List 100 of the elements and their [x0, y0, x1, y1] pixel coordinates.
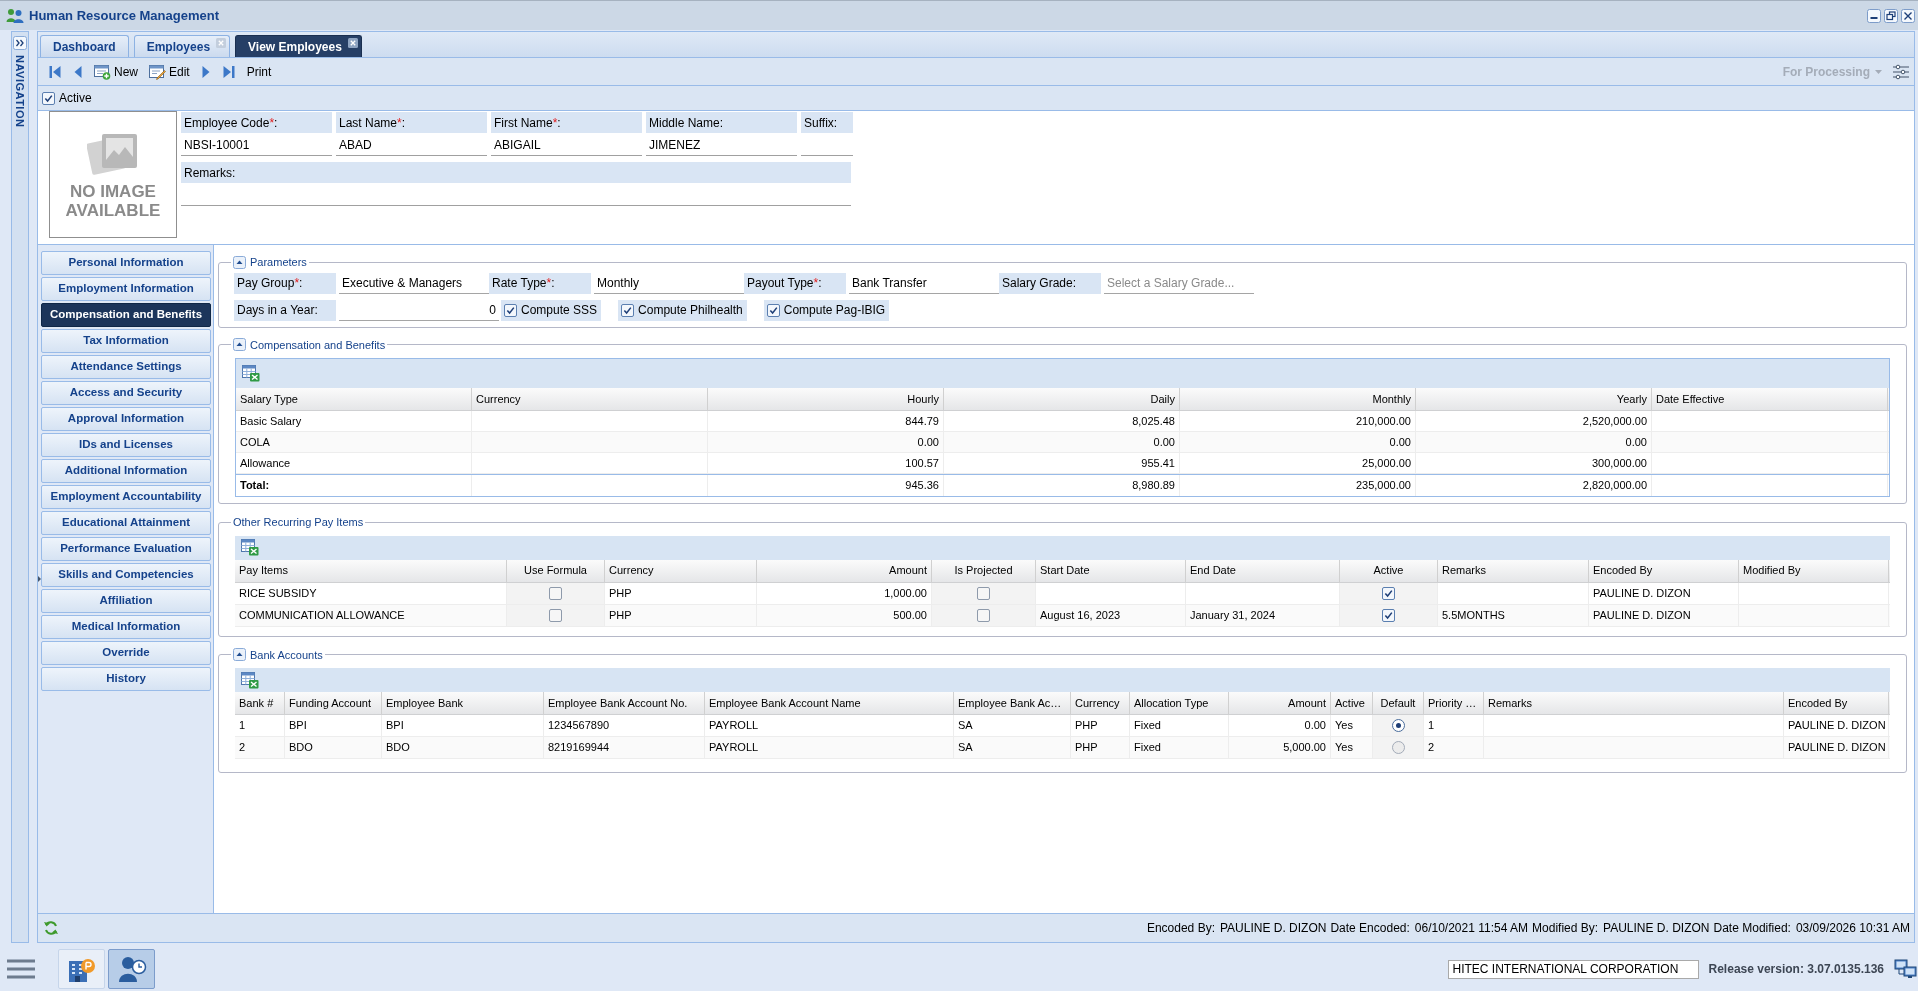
sidebar-item[interactable]: Tax Information: [41, 329, 211, 353]
column-header[interactable]: End Date: [1186, 559, 1340, 582]
refresh-icon[interactable]: [43, 920, 59, 936]
close-icon[interactable]: [347, 38, 358, 48]
sidebar-item[interactable]: Skills and Competencies: [41, 563, 211, 587]
sidebar-item[interactable]: Personal Information: [41, 251, 211, 275]
sidebar-item[interactable]: Employment Information: [41, 277, 211, 301]
sidebar-item[interactable]: Compensation and Benefits: [41, 303, 211, 327]
menu-icon[interactable]: [6, 958, 36, 980]
column-header[interactable]: Default: [1373, 692, 1424, 714]
checkbox[interactable]: [977, 586, 990, 600]
sliders-icon[interactable]: [1892, 63, 1910, 80]
sidebar-item[interactable]: Educational Attainment: [41, 511, 211, 535]
column-header[interactable]: Employee Bank Account Name: [705, 692, 954, 714]
collapse-icon[interactable]: [233, 255, 246, 269]
checkbox[interactable]: [504, 303, 517, 317]
splitter-arrow-icon[interactable]: [38, 576, 41, 582]
new-button[interactable]: New: [92, 60, 140, 83]
checkbox[interactable]: [1382, 586, 1395, 600]
column-header[interactable]: Yearly: [1416, 388, 1652, 410]
spreadsheet-export-icon[interactable]: [242, 365, 260, 382]
column-header[interactable]: Priority …: [1424, 692, 1484, 714]
taskbar-app-button[interactable]: [108, 949, 155, 989]
minimize-icon[interactable]: [1867, 8, 1881, 23]
column-header[interactable]: Remarks: [1438, 559, 1589, 582]
company-field[interactable]: HITEC INTERNATIONAL CORPORATION: [1447, 959, 1699, 979]
sidebar-item[interactable]: Override: [41, 641, 211, 665]
column-header[interactable]: Currency: [472, 388, 708, 410]
restore-icon[interactable]: [1884, 8, 1898, 23]
column-header[interactable]: Allocation Type: [1130, 692, 1229, 714]
next-icon[interactable]: [201, 64, 210, 79]
column-header[interactable]: Active: [1340, 559, 1438, 582]
checkbox[interactable]: [977, 608, 990, 622]
sidebar-item[interactable]: Medical Information: [41, 615, 211, 639]
checkbox[interactable]: [621, 303, 635, 317]
sidebar-item[interactable]: Approval Information: [41, 407, 211, 431]
sidebar-item[interactable]: Attendance Settings: [41, 355, 211, 379]
taskbar-app-button[interactable]: [58, 949, 105, 989]
table-cell: PHP: [1071, 715, 1130, 736]
table-cell: 2: [235, 737, 285, 758]
network-icon[interactable]: [1894, 959, 1918, 979]
column-header[interactable]: Amount: [1229, 692, 1331, 714]
column-header[interactable]: Pay Items: [235, 559, 507, 582]
previous-icon[interactable]: [74, 64, 82, 79]
checkbox-label[interactable]: Active: [59, 89, 92, 107]
table-cell: Basic Salary: [236, 411, 472, 431]
column-header[interactable]: Date Effective: [1652, 388, 1888, 410]
checkbox[interactable]: [1382, 608, 1395, 622]
field-label: Days in a Year:: [234, 299, 336, 321]
sidebar-item[interactable]: Affiliation: [41, 589, 211, 613]
close-icon[interactable]: [1901, 8, 1915, 23]
sidebar-item[interactable]: Employment Accountability: [41, 485, 211, 509]
sidebar-item[interactable]: History: [41, 667, 211, 691]
column-header[interactable]: Start Date: [1036, 559, 1186, 582]
column-header[interactable]: Monthly: [1180, 388, 1416, 410]
edit-button[interactable]: Edit: [147, 60, 192, 83]
column-header[interactable]: Encoded By: [1589, 559, 1739, 582]
table-cell: PAYROLL: [705, 715, 954, 736]
column-header[interactable]: Encoded By: [1784, 692, 1889, 714]
sidebar-item[interactable]: Access and Security: [41, 381, 211, 405]
expand-icon[interactable]: [13, 36, 27, 50]
column-header[interactable]: Funding Account: [285, 692, 382, 714]
checkbox[interactable]: [766, 303, 780, 317]
skip-to-last-icon[interactable]: [222, 64, 235, 79]
field-label: Suffix:: [801, 112, 853, 133]
column-header[interactable]: Hourly: [708, 388, 944, 410]
column-header[interactable]: Employee Bank: [382, 692, 544, 714]
collapse-icon[interactable]: [233, 338, 246, 352]
checkbox[interactable]: [42, 91, 55, 105]
column-header[interactable]: Salary Type: [236, 388, 472, 410]
sidebar-item[interactable]: Additional Information: [41, 459, 211, 483]
column-header[interactable]: Currency: [1071, 692, 1130, 714]
add-form-icon: [94, 63, 111, 80]
spreadsheet-export-icon[interactable]: [241, 671, 259, 689]
tab[interactable]: Dashboard: [40, 35, 129, 57]
spreadsheet-export-icon[interactable]: [241, 539, 259, 556]
checkbox[interactable]: [549, 608, 562, 622]
column-header[interactable]: Amount: [757, 559, 932, 582]
checkbox[interactable]: [549, 586, 562, 600]
column-header[interactable]: Use Formula: [507, 559, 605, 582]
radio-button[interactable]: [1391, 719, 1405, 732]
column-header[interactable]: Employee Bank Account No.: [544, 692, 705, 714]
column-header[interactable]: Modified By: [1739, 559, 1889, 582]
column-header[interactable]: Active: [1331, 692, 1373, 714]
tab[interactable]: Employees: [133, 35, 231, 57]
radio-button[interactable]: [1391, 741, 1405, 754]
navigation-label[interactable]: NAVIGATION: [11, 55, 29, 128]
column-header[interactable]: Remarks: [1484, 692, 1784, 714]
column-header[interactable]: Is Projected: [932, 559, 1036, 582]
column-header[interactable]: Daily: [944, 388, 1180, 410]
skip-to-first-icon[interactable]: [49, 64, 61, 79]
column-header[interactable]: Currency: [605, 559, 757, 582]
collapse-icon[interactable]: [233, 648, 246, 662]
tab[interactable]: View Employees: [235, 35, 362, 57]
sidebar-item[interactable]: Performance Evaluation: [41, 537, 211, 561]
print-button[interactable]: Print: [244, 60, 274, 83]
column-header[interactable]: Employee Bank Ac…: [954, 692, 1071, 714]
status-label: Date Encoded:: [1330, 920, 1410, 937]
column-header[interactable]: Bank #: [235, 692, 285, 714]
sidebar-item[interactable]: IDs and Licenses: [41, 433, 211, 457]
